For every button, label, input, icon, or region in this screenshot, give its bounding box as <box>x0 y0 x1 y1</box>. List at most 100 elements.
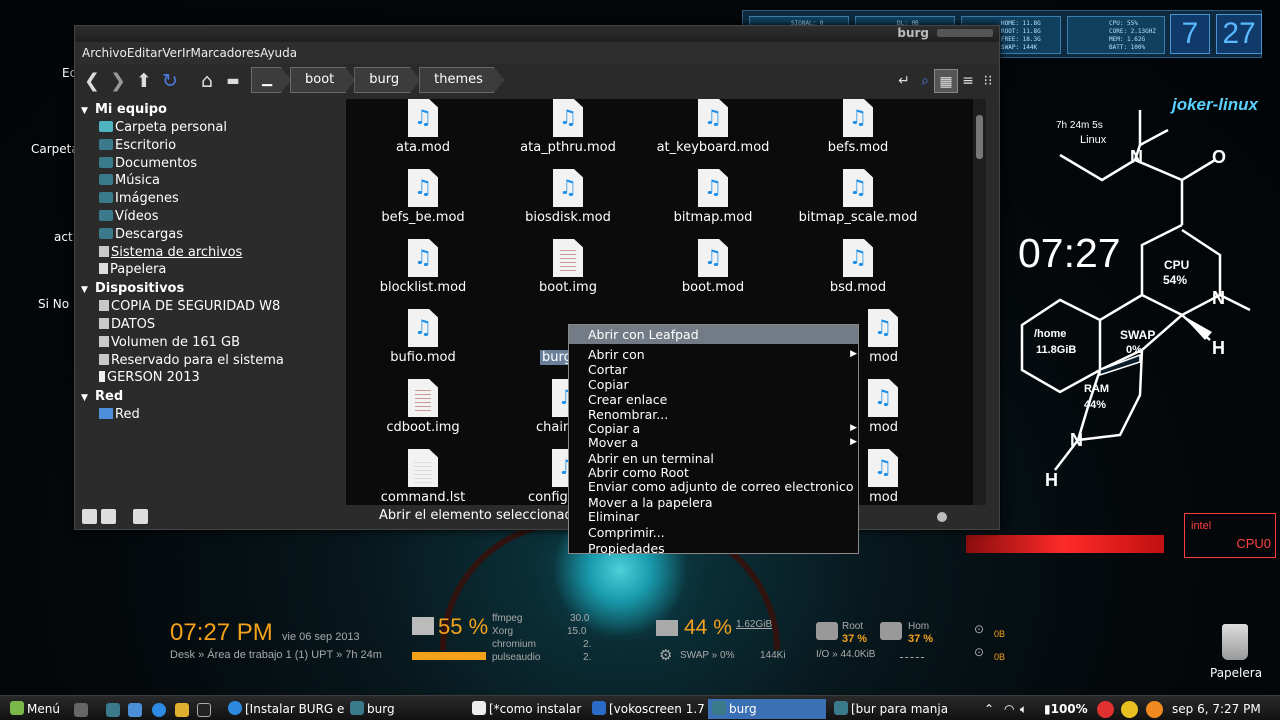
window-controls[interactable] <box>937 29 993 37</box>
ctx-enviar-adjunto[interactable]: Enviar como adjunto de correo electronic… <box>569 479 858 494</box>
wifi-icon[interactable]: ◠ <box>1004 699 1014 719</box>
file-item[interactable]: boot.mod <box>643 239 783 295</box>
icon-view-icon[interactable]: ▦ <box>934 69 958 93</box>
volume-icon[interactable]: 🔈︎ <box>1020 699 1027 719</box>
file-item[interactable]: befs.mod <box>788 99 928 155</box>
menu-editar[interactable]: Editar <box>127 42 163 64</box>
ctx-comprimir[interactable]: Comprimir... <box>569 525 858 540</box>
scrollbar-thumb[interactable] <box>976 115 983 159</box>
sidebar-toggle-icon[interactable] <box>82 509 97 524</box>
titlebar[interactable]: burg <box>75 26 999 42</box>
ctx-abrir-con-leafpad[interactable]: Abrir con Leafpad <box>569 325 858 344</box>
tree-toggle-icon[interactable] <box>101 509 116 524</box>
taskbar-task[interactable]: [*como instalar ... <box>468 699 586 719</box>
ctx-mover-a[interactable]: Mover a ▶ <box>569 435 858 450</box>
file-item[interactable]: cdboot.img <box>353 379 493 435</box>
taskbar-task[interactable]: [vokoscreen 1.7.... <box>588 699 706 719</box>
sidebar-item-descargas[interactable]: Descargas <box>81 226 345 244</box>
file-item[interactable]: ata.mod <box>353 99 493 155</box>
browser-launcher-icon[interactable] <box>152 703 166 717</box>
trash-label[interactable]: Papelera <box>1210 666 1262 680</box>
ctx-mover-papelera[interactable]: Mover a la papelera <box>569 495 858 510</box>
ctx-abrir-como-root[interactable]: Abrir como Root <box>569 465 858 480</box>
file-item[interactable]: befs_be.mod <box>353 169 493 225</box>
launcher-icon[interactable] <box>128 703 142 717</box>
tray-up-icon[interactable]: ⌃ <box>984 699 994 719</box>
section-mi-equipo[interactable]: ▼ Mi equipo <box>81 100 345 119</box>
sidebar-item-device[interactable]: COPIA DE SEGURIDAD W8 <box>81 298 345 316</box>
launcher-icon[interactable] <box>175 703 189 717</box>
file-item[interactable]: biosdisk.mod <box>498 169 638 225</box>
terminal-launcher-icon[interactable] <box>197 703 211 717</box>
file-item[interactable]: bufio.mod <box>353 309 493 365</box>
section-red[interactable]: ▼ Red <box>81 387 345 406</box>
ctx-propiedades[interactable]: Propiedades <box>569 541 858 556</box>
ctx-copiar-a[interactable]: Copiar a ▶ <box>569 421 858 436</box>
taskbar-task[interactable]: burg <box>346 699 466 719</box>
sidebar-item-escritorio[interactable]: Escritorio <box>81 137 345 155</box>
update-icon[interactable] <box>1146 701 1163 718</box>
up-icon[interactable]: ⬆ <box>132 69 156 93</box>
sidebar-item-papelera[interactable]: Papelera <box>81 261 345 279</box>
trash-icon[interactable] <box>1222 624 1248 660</box>
sidebar-item-device[interactable]: DATOS <box>81 316 345 334</box>
taskbar-task-active[interactable]: burg <box>708 699 826 719</box>
menu-ir[interactable]: Ir <box>182 42 190 64</box>
sidebar-item-red[interactable]: Red <box>81 406 345 424</box>
sidebar-item-carpeta-personal[interactable]: Carpeta personal <box>81 119 345 137</box>
breadcrumb-root[interactable]: ▁ <box>251 67 291 93</box>
breadcrumb-item[interactable]: themes <box>419 67 504 93</box>
ctx-copiar[interactable]: Copiar <box>569 377 858 392</box>
ctx-abrir-terminal[interactable]: Abrir en un terminal <box>569 451 858 466</box>
file-item[interactable]: command.lst <box>353 449 493 505</box>
file-item[interactable]: bitmap_scale.mod <box>788 169 928 225</box>
sidebar-item-device[interactable]: GERSON 2013 <box>81 369 345 387</box>
breadcrumb-item[interactable]: boot <box>290 67 355 93</box>
taskbar-task[interactable]: [Instalar BURG e... <box>224 699 344 719</box>
desktop-icon-label[interactable]: act <box>54 230 73 244</box>
sidebar-item-videos[interactable]: Vídeos <box>81 208 345 226</box>
ctx-eliminar[interactable]: Eliminar <box>569 509 858 524</box>
menu-marcadores[interactable]: Marcadores <box>190 42 260 64</box>
reload-icon[interactable]: ↻ <box>158 69 182 93</box>
files-launcher-icon[interactable] <box>106 703 120 717</box>
zoom-slider[interactable] <box>937 512 947 522</box>
desktop-icon-label[interactable]: Carpeta <box>31 142 79 156</box>
forward-icon[interactable]: ❯ <box>106 69 130 93</box>
menu-archivo[interactable]: Archivo <box>82 42 127 64</box>
start-menu-button[interactable]: Menú <box>6 699 66 719</box>
menu-ver[interactable]: Ver <box>162 42 182 64</box>
pause-icon[interactable] <box>1121 701 1138 718</box>
file-item[interactable]: bsd.mod <box>788 239 928 295</box>
terminal-toggle-icon[interactable] <box>133 509 148 524</box>
vertical-scrollbar[interactable] <box>973 99 986 505</box>
file-item[interactable]: boot.img <box>498 239 638 295</box>
battery-label[interactable]: ▮100% <box>1044 699 1088 719</box>
sidebar-item-musica[interactable]: Música <box>81 172 345 190</box>
sidebar-item-documentos[interactable]: Documentos <box>81 155 345 173</box>
sidebar-item-sistema-de-archivos[interactable]: Sistema de archivos <box>81 244 345 262</box>
desktop-icon-label[interactable]: Si No <box>38 297 69 311</box>
record-icon[interactable] <box>1097 701 1114 718</box>
ctx-crear-enlace[interactable]: Crear enlace <box>569 392 858 407</box>
ctx-abrir-con[interactable]: Abrir con ▶ <box>569 347 858 362</box>
section-dispositivos[interactable]: ▼ Dispositivos <box>81 279 345 298</box>
home-icon[interactable]: ⌂ <box>195 69 219 93</box>
menu-ayuda[interactable]: Ayuda <box>260 42 297 64</box>
ctx-renombrar[interactable]: Renombrar... <box>569 407 858 422</box>
show-desktop-icon[interactable] <box>74 703 88 717</box>
sidebar-item-device[interactable]: Volumen de 161 GB <box>81 334 345 352</box>
sidebar-item-device[interactable]: Reservado para el sistema <box>81 352 345 370</box>
taskbar-task[interactable]: [bur para manja... <box>830 699 948 719</box>
breadcrumb-item[interactable]: burg <box>354 67 420 93</box>
file-item[interactable]: ata_pthru.mod <box>498 99 638 155</box>
taskbar-clock[interactable]: sep 6, 7:27 PM <box>1172 699 1261 719</box>
back-icon[interactable]: ❮ <box>80 69 104 93</box>
compact-view-icon[interactable]: ⁝⁝ <box>976 69 1000 93</box>
file-item[interactable]: at_keyboard.mod <box>643 99 783 155</box>
ctx-cortar[interactable]: Cortar <box>569 362 858 377</box>
file-item[interactable]: blocklist.mod <box>353 239 493 295</box>
sidebar-item-imagenes[interactable]: Imágenes <box>81 190 345 208</box>
file-item[interactable]: bitmap.mod <box>643 169 783 225</box>
computer-icon[interactable]: ▬ <box>221 69 245 93</box>
